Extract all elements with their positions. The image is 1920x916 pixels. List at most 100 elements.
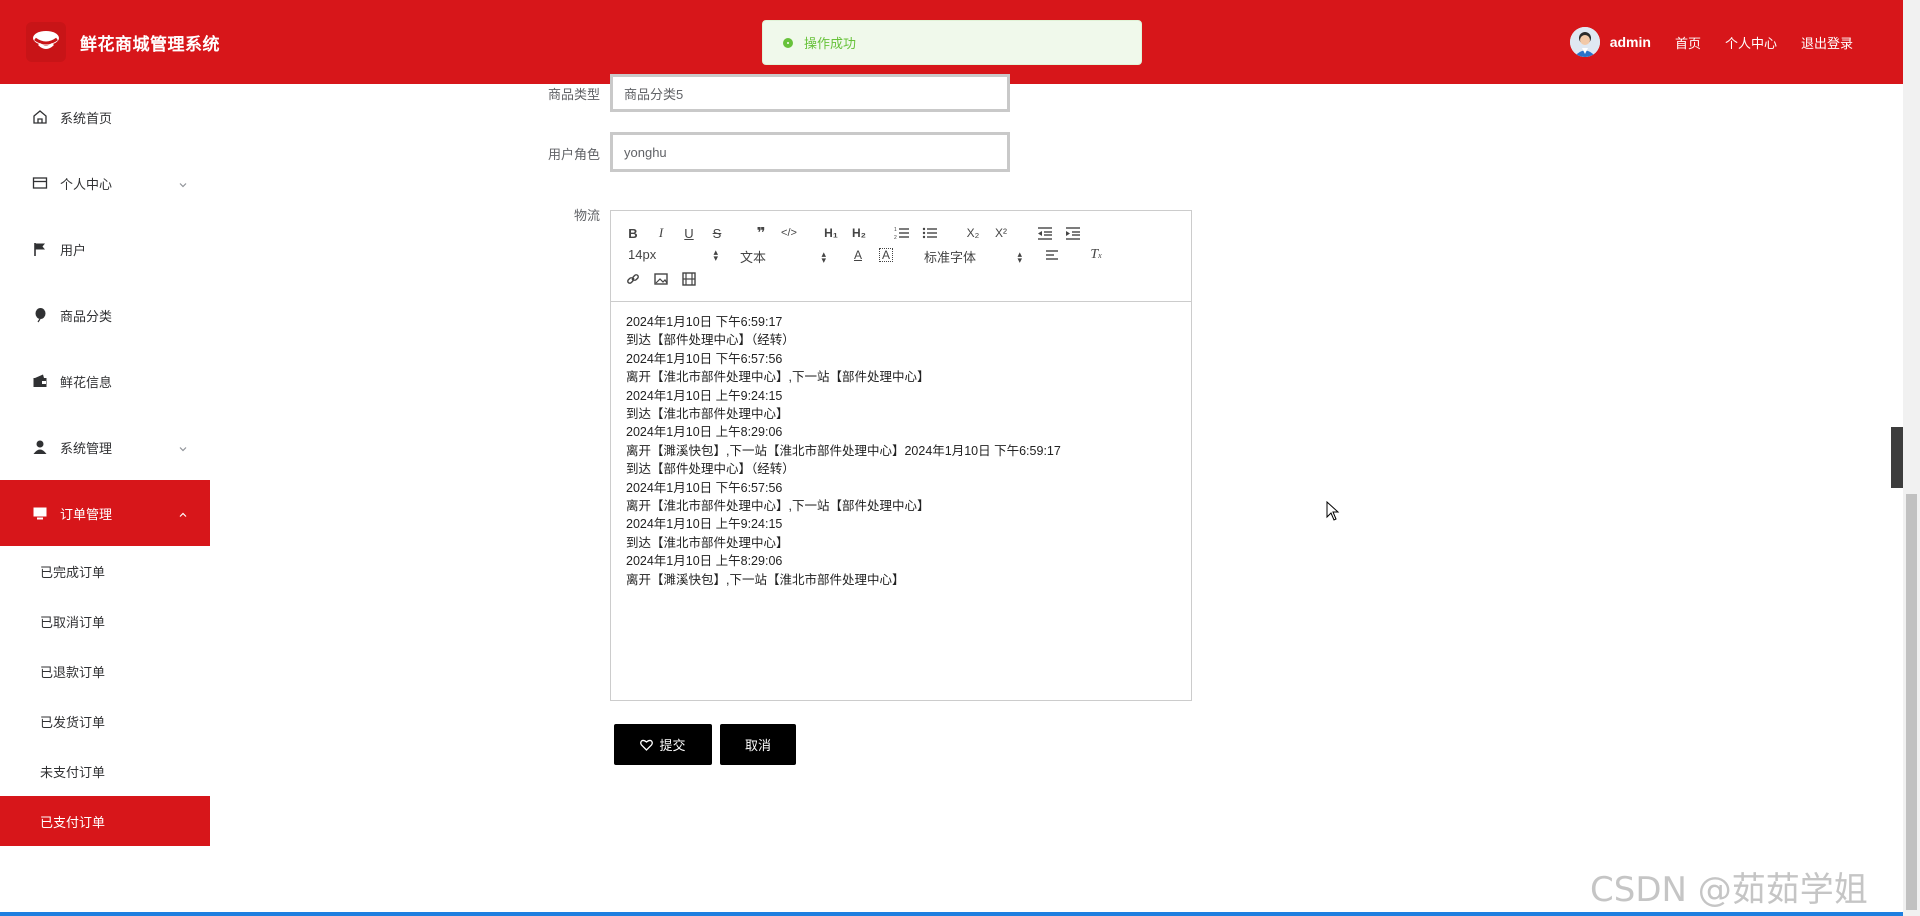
h1-icon[interactable]: H₁ [820, 223, 842, 243]
editor-toolbar: B I U S ❞ </> H₁ H₂ 12 X₂ X² 14px ▴ ▾ 文本 … [611, 211, 1191, 302]
sidebar-subitem-unpaid[interactable]: 未支付订单 [0, 746, 210, 796]
outdent-icon[interactable] [1034, 223, 1056, 243]
select-arrow-icon: ▴ ▾ [713, 246, 718, 263]
nav-home-link[interactable]: 首页 [1675, 33, 1701, 52]
user-role-field[interactable]: yonghu [610, 132, 1010, 172]
logistics-line: 离开【濉溪快包】,下一站【淮北市部件处理中心】2024年1月10日 下午6:59… [626, 443, 1061, 458]
sidebar-item-label: 系统首页 [60, 110, 113, 126]
bullet-list-icon[interactable] [919, 223, 941, 243]
sidebar-item-home[interactable]: 系统首页 [0, 84, 210, 150]
logistics-line: 到达【淮北市部件处理中心】 [626, 407, 789, 422]
monitor-icon [32, 505, 48, 521]
indent-icon[interactable] [1062, 223, 1084, 243]
scrollbar-thumb[interactable] [1906, 494, 1917, 910]
video-icon[interactable] [678, 269, 700, 289]
logistics-line: 2024年1月10日 下午6:57:56 [626, 351, 783, 366]
logistics-line: 离开【濉溪快包】,下一站【淮北市部件处理中心】 [626, 572, 905, 587]
user-role-label: 用户角色 [547, 147, 600, 162]
italic-icon[interactable]: I [650, 223, 672, 243]
logistics-rich-editor[interactable]: B I U S ❞ </> H₁ H₂ 12 X₂ X² 14px ▴ ▾ 文本 … [610, 210, 1192, 701]
h2-icon[interactable]: H₂ [848, 223, 870, 243]
strike-icon[interactable]: S [706, 223, 728, 243]
cancel-button[interactable]: 取消 [720, 724, 796, 765]
ordered-list-icon[interactable]: 12 [891, 223, 913, 243]
home-icon [32, 109, 48, 125]
logistics-line: 离开【淮北市部件处理中心】,下一站【部件处理中心】 [626, 370, 930, 385]
header-user-area: admin 首页 个人中心 退出登录 [1569, 26, 1853, 58]
top-header: 鲜花商城管理系统 操作成功 admin 首页 个人中心 退出登录 [0, 0, 1903, 84]
select-arrow-icon: ▴ ▾ [1017, 248, 1022, 265]
header-select-value: 文本 [740, 250, 767, 265]
mouse-cursor-icon [1326, 500, 1340, 526]
cancel-label: 取消 [744, 738, 771, 753]
font-color-icon[interactable]: A [847, 245, 869, 265]
sidebar-subitem-refunded[interactable]: 已退款订单 [0, 646, 210, 696]
logistics-line: 离开【淮北市部件处理中心】,下一站【部件处理中心】 [626, 499, 930, 514]
quote-icon[interactable]: ❞ [750, 223, 772, 243]
user-icon [32, 439, 48, 455]
sidebar-subitem-paid[interactable]: 已支付订单 [0, 796, 210, 846]
card-icon [32, 175, 48, 191]
logistics-line: 2024年1月10日 上午9:24:15 [626, 388, 783, 403]
chevron-up-icon [178, 508, 188, 523]
logo-icon [26, 22, 66, 62]
sidebar-subitem-shipped[interactable]: 已发货订单 [0, 696, 210, 746]
svg-text:1: 1 [894, 227, 897, 233]
success-toast: 操作成功 [762, 20, 1142, 65]
bottom-accent-line [0, 912, 1903, 916]
balloon-icon [32, 307, 48, 323]
logistics-line: 2024年1月10日 下午6:57:56 [626, 480, 783, 495]
logistics-line: 到达【部件处理中心】（经转） [626, 462, 795, 477]
link-icon[interactable] [622, 269, 644, 289]
sidebar-item-label: 个人中心 [60, 176, 113, 192]
flag-icon [32, 241, 48, 257]
superscript-icon[interactable]: X² [990, 223, 1012, 243]
product-type-field[interactable]: 商品分类5 [610, 74, 1010, 112]
heart-icon [640, 739, 654, 751]
bold-icon[interactable]: B [622, 223, 644, 243]
select-arrow-icon: ▴ ▾ [821, 248, 826, 265]
sidebar-item-flowers[interactable]: 鲜花信息 [0, 348, 210, 414]
sidebar-item-system[interactable]: 系统管理 [0, 414, 210, 480]
logistics-line: 到达【淮北市部件处理中心】 [626, 535, 789, 550]
wallet-icon [32, 373, 48, 389]
username: admin [1609, 34, 1651, 50]
logistics-line: 2024年1月10日 下午6:59:17 [626, 315, 783, 329]
editor-content[interactable]: 2024年1月10日 下午6:59:17 到达【部件处理中心】（经转） 2024… [611, 302, 1191, 600]
logistics-line: 2024年1月10日 上午9:24:15 [626, 517, 783, 532]
watermark: CSDN @茹茹学姐 [1590, 870, 1868, 910]
sidebar-item-orders[interactable]: 订单管理 [0, 480, 210, 546]
align-icon[interactable] [1041, 245, 1063, 265]
success-icon [783, 37, 793, 48]
logistics-line: 2024年1月10日 上午8:29:06 [626, 554, 783, 569]
subscript-icon[interactable]: X₂ [962, 223, 984, 243]
sidebar-subitem-completed[interactable]: 已完成订单 [0, 546, 210, 596]
toast-message: 操作成功 [804, 36, 857, 51]
logout-link[interactable]: 退出登录 [1801, 33, 1853, 52]
logistics-line: 2024年1月10日 上午8:29:06 [626, 425, 783, 440]
sidebar-item-label: 鲜花信息 [60, 374, 113, 390]
background-color-icon[interactable]: A [875, 245, 897, 265]
submit-button[interactable]: 提交 [614, 724, 712, 765]
chevron-down-icon [178, 178, 188, 193]
sidebar: 系统首页 个人中心 用户 商品分类 鲜花信息 系统管理 订单管理 已完成订单 已… [0, 84, 210, 846]
underline-icon[interactable]: U [678, 223, 700, 243]
sidebar-subitem-cancelled[interactable]: 已取消订单 [0, 596, 210, 646]
clear-format-icon[interactable]: Tx [1085, 245, 1107, 265]
font-family-select[interactable]: 标准字体 ▴ ▾ [924, 247, 1022, 266]
avatar[interactable] [1569, 27, 1600, 57]
submit-label: 提交 [659, 738, 686, 753]
sidebar-item-label: 用户 [60, 242, 87, 258]
header-select[interactable]: 文本 ▴ ▾ [740, 247, 826, 266]
sidebar-item-user[interactable]: 用户 [0, 216, 210, 282]
logistics-line: 到达【部件处理中心】（经转） [626, 333, 795, 348]
logistics-label: 物流 [573, 208, 600, 223]
image-icon[interactable] [650, 269, 672, 289]
nav-profile-link[interactable]: 个人中心 [1725, 33, 1777, 52]
font-size-select[interactable]: 14px ▴ ▾ [628, 247, 718, 262]
app-title: 鲜花商城管理系统 [80, 35, 220, 54]
sidebar-item-profile[interactable]: 个人中心 [0, 150, 210, 216]
code-icon[interactable]: </> [778, 223, 800, 243]
sidebar-item-label: 商品分类 [60, 308, 113, 324]
sidebar-item-category[interactable]: 商品分类 [0, 282, 210, 348]
